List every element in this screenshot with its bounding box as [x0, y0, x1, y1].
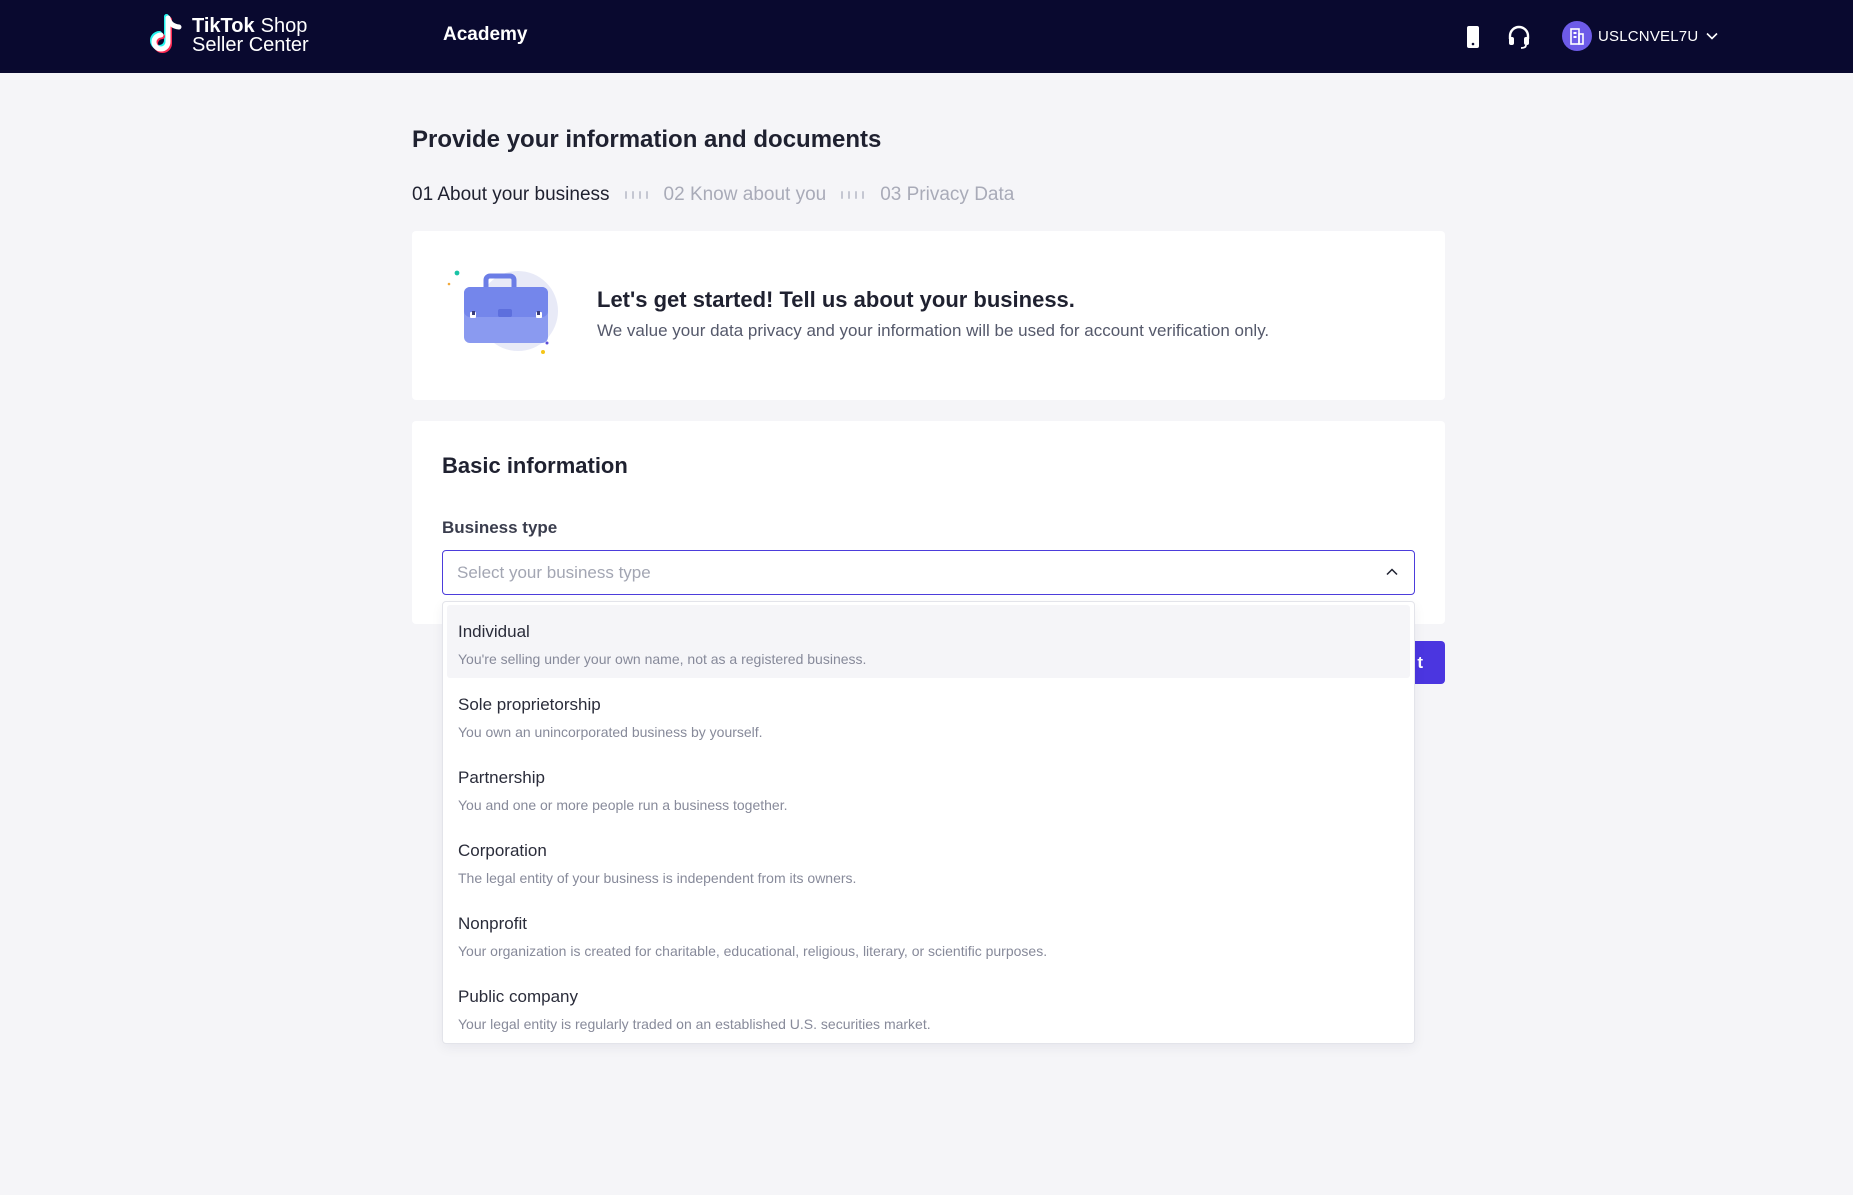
option-nonprofit[interactable]: Nonprofit Your organization is created f… [447, 897, 1410, 970]
business-type-label: Business type [442, 518, 558, 537]
option-individual[interactable]: Individual You're selling under your own… [447, 605, 1410, 678]
account-menu[interactable]: USLCNVEL7U [1562, 21, 1718, 51]
option-title: Public company [458, 987, 579, 1006]
logo-seller-center: Seller Center [192, 34, 309, 56]
page-title: Provide your information and documents [412, 126, 882, 153]
option-title: Sole proprietorship [458, 695, 601, 714]
intro-card: Let's get started! Tell us about your bu… [412, 231, 1445, 400]
briefcase-icon [447, 270, 558, 354]
building-icon [1570, 28, 1584, 45]
option-title: Nonprofit [458, 914, 527, 933]
basic-information-card: Basic information Business type Select y… [412, 421, 1445, 624]
chevron-down-icon [1706, 32, 1718, 40]
option-description: Your organization is created for charita… [458, 943, 1048, 959]
business-type-select[interactable]: Select your business type [442, 550, 1415, 595]
avatar [1562, 21, 1592, 51]
business-type-placeholder: Select your business type [457, 563, 651, 582]
top-navigation-bar: TikTok Shop Seller Center Academy USLCNV… [0, 0, 1853, 73]
option-sole-proprietorship[interactable]: Sole proprietorship You own an unincorpo… [447, 678, 1410, 751]
account-name: USLCNVEL7U [1598, 27, 1699, 45]
option-corporation[interactable]: Corporation The legal entity of your bus… [447, 824, 1410, 897]
headset-icon[interactable] [1506, 24, 1532, 50]
option-description: You and one or more people run a busines… [458, 797, 788, 813]
stepper: 01 About your business 02 Know about you… [412, 184, 1014, 206]
option-partnership[interactable]: Partnership You and one or more people r… [447, 751, 1410, 824]
tiktok-logo-icon [150, 14, 182, 53]
tiktok-shop-logo[interactable]: TikTok Shop Seller Center [146, 14, 309, 58]
intro-subtitle: We value your data privacy and your info… [597, 321, 1270, 340]
step-privacy-data: 03 Privacy Data [880, 184, 1015, 205]
intro-title: Let's get started! Tell us about your bu… [597, 287, 1075, 312]
business-type-dropdown: Individual You're selling under your own… [442, 601, 1415, 1044]
option-title: Partnership [458, 768, 545, 787]
option-public-company[interactable]: Public company Your legal entity is regu… [447, 970, 1410, 1043]
option-description: You own an unincorporated business by yo… [458, 724, 763, 740]
option-title: Individual [458, 622, 530, 641]
option-description: You're selling under your own name, not … [458, 651, 867, 667]
option-description: Your legal entity is regularly traded on… [458, 1016, 931, 1032]
chevron-up-icon [1386, 568, 1398, 576]
step-about-your-business: 01 About your business [412, 184, 610, 205]
step-separator [624, 191, 648, 199]
option-title: Corporation [458, 841, 547, 860]
nav-academy-link[interactable]: Academy [443, 24, 528, 46]
step-know-about-you: 02 Know about you [663, 184, 827, 205]
mobile-icon[interactable] [1460, 24, 1486, 50]
section-title: Basic information [442, 453, 628, 478]
option-description: The legal entity of your business is ind… [458, 870, 857, 886]
step-separator [841, 191, 865, 199]
